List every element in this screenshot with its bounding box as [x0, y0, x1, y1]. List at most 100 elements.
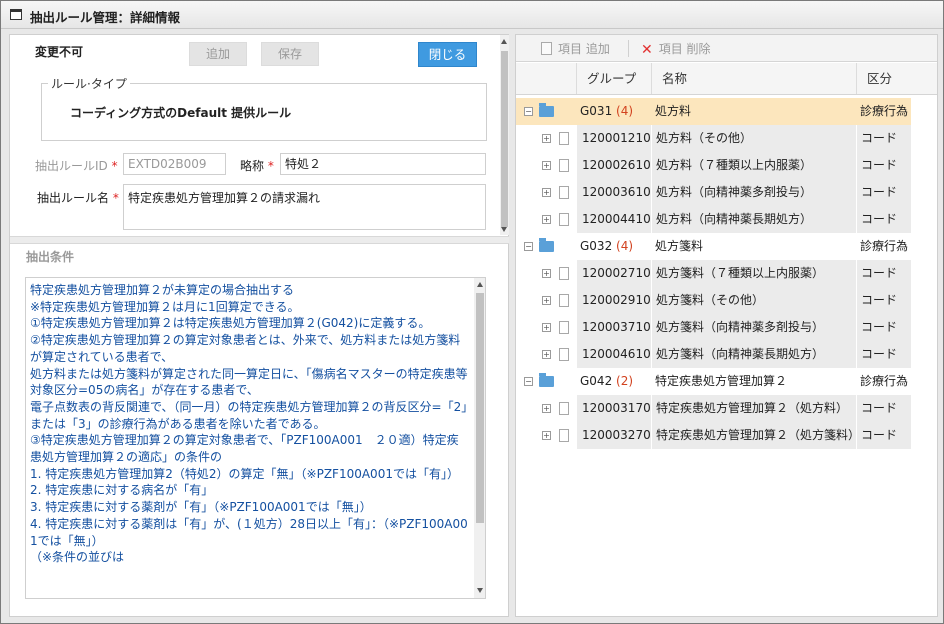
item-name: 特定疾患処方管理加算２ [655, 374, 788, 388]
group-code: G031 (4) [580, 104, 634, 118]
header-kind[interactable]: 区分 [856, 63, 916, 94]
scroll-up-arrow-icon[interactable] [477, 282, 483, 287]
expand-icon[interactable]: + [542, 134, 551, 143]
item-code: 120001210 [576, 125, 651, 152]
expand-icon[interactable]: + [542, 323, 551, 332]
item-name: 特定疾患処方管理加算２（処方料） [651, 395, 856, 422]
code-row[interactable]: +120001210 処方料（その他） コード [516, 125, 911, 152]
add-item-button[interactable]: 項目 追加 [541, 40, 610, 57]
header-name[interactable]: 名称 [651, 63, 856, 94]
item-name: 特定疾患処方管理加算２（処方箋料） [651, 422, 856, 449]
item-name: 処方料（７種類以上内服薬） [651, 152, 856, 179]
group-code: G032 (4) [580, 239, 634, 253]
code-row[interactable]: +120003710 処方箋料（向精神薬多剤投与） コード [516, 314, 911, 341]
document-icon [559, 321, 569, 334]
group-count: (4) [616, 239, 634, 253]
item-toolbar: 項目 追加 ✕ 項目 削除 [516, 35, 937, 62]
left-panel: 変更不可 追加 保存 閉じる ルール·タイプ コーディング方式のDefault … [9, 34, 509, 617]
item-code: 120003270 [576, 422, 651, 449]
conditions-text: 特定疾患処方管理加算２が未算定の場合抽出する ※特定疾患処方管理加算２は月に1回… [30, 283, 468, 565]
expand-icon[interactable]: + [542, 350, 551, 359]
expand-icon[interactable]: + [542, 188, 551, 197]
close-button[interactable]: 閉じる [418, 42, 477, 67]
item-code: 120004610 [576, 341, 651, 368]
collapse-icon[interactable]: − [524, 107, 533, 116]
scroll-up-arrow-icon[interactable] [501, 39, 507, 44]
group-row[interactable]: − G042 (2) 特定疾患処方管理加算２ 診療行為 [516, 368, 911, 395]
code-row[interactable]: +120003170 特定疾患処方管理加算２（処方料） コード [516, 395, 911, 422]
item-kind: コード [856, 206, 911, 233]
detail-window: 抽出ルール管理：詳細情報 変更不可 追加 保存 閉じる ルール·タイプ コーディ… [0, 0, 944, 624]
item-kind: コード [856, 341, 911, 368]
code-row[interactable]: +120002710 処方箋料（７種類以上内服薬） コード [516, 260, 911, 287]
toolbar-divider [628, 40, 629, 57]
document-icon [559, 429, 569, 442]
group-count: (2) [616, 374, 634, 388]
expand-icon[interactable]: + [542, 269, 551, 278]
scroll-down-arrow-icon[interactable] [501, 227, 507, 232]
item-kind: コード [856, 152, 911, 179]
folder-icon [539, 238, 554, 252]
delete-item-button[interactable]: ✕ 項目 削除 [641, 40, 711, 58]
window-icon [10, 9, 22, 20]
code-row[interactable]: +120004410 処方料（向精神薬長期処方） コード [516, 206, 911, 233]
short-name-field[interactable]: 特処２ [280, 153, 486, 175]
folder-icon [539, 103, 554, 117]
group-row[interactable]: − G032 (4) 処方箋料 診療行為 [516, 233, 911, 260]
expand-icon[interactable]: + [542, 296, 551, 305]
rule-id-label: 抽出ルールID * [35, 159, 118, 173]
conditions-scrollbar[interactable] [474, 278, 485, 598]
rule-name-label: 抽出ルール名 * [37, 191, 119, 205]
code-row[interactable]: +120002910 処方箋料（その他） コード [516, 287, 911, 314]
rule-id-field[interactable]: EXTD02B009 [123, 153, 226, 175]
item-kind: 診療行為 [860, 374, 909, 388]
expand-icon[interactable]: + [542, 404, 551, 413]
code-row[interactable]: +120003610 処方料（向精神薬多剤投与） コード [516, 179, 911, 206]
scroll-down-arrow-icon[interactable] [477, 588, 483, 593]
document-icon [559, 132, 569, 145]
document-icon [559, 186, 569, 199]
item-kind: 診療行為 [860, 104, 909, 118]
fixed-label: 変更不可 [35, 45, 84, 59]
code-row[interactable]: +120002610 処方料（７種類以上内服薬） コード [516, 152, 911, 179]
item-code: 120002610 [576, 152, 651, 179]
item-name: 処方料（向精神薬多剤投与） [651, 179, 856, 206]
document-icon [559, 348, 569, 361]
item-name: 処方箋料 [655, 239, 704, 253]
expand-icon[interactable]: + [542, 161, 551, 170]
item-name: 処方料 [655, 104, 692, 118]
item-kind: コード [856, 395, 911, 422]
rule-type-legend: ルール·タイプ [48, 75, 130, 92]
code-row[interactable]: +120004610 処方箋料（向精神薬長期処方） コード [516, 341, 911, 368]
add-button[interactable]: 追加 [189, 42, 247, 66]
item-code: 120003710 [576, 314, 651, 341]
form-scrollbar[interactable] [500, 35, 509, 235]
scroll-thumb[interactable] [476, 293, 484, 523]
save-button[interactable]: 保存 [261, 42, 319, 66]
group-row[interactable]: − G031 (4) 処方料 診療行為 [516, 98, 911, 125]
splitter[interactable] [10, 236, 509, 244]
document-icon [559, 402, 569, 415]
code-row[interactable]: +120003270 特定疾患処方管理加算２（処方箋料） コード [516, 422, 911, 449]
collapse-icon[interactable]: − [524, 377, 533, 386]
window-title: 抽出ルール管理：詳細情報 [30, 10, 181, 25]
item-name: 処方箋料（向精神薬長期処方） [651, 341, 856, 368]
rule-name-field[interactable]: 特定疾患処方管理加算２の請求漏れ [123, 184, 486, 230]
document-icon [559, 267, 569, 280]
rule-form: 変更不可 追加 保存 閉じる ルール·タイプ コーディング方式のDefault … [10, 35, 500, 235]
collapse-icon[interactable]: − [524, 242, 533, 251]
item-code: 120003170 [576, 395, 651, 422]
item-kind: コード [856, 125, 911, 152]
group-count: (4) [616, 104, 634, 118]
group-code: G042 (2) [580, 374, 634, 388]
header-group[interactable]: グループ [576, 63, 651, 94]
expand-icon[interactable]: + [542, 431, 551, 440]
document-icon [559, 159, 569, 172]
item-kind: コード [856, 422, 911, 449]
right-panel: 項目 追加 ✕ 項目 削除 グループ 名称 区分 − G031 (4) 処方料 診療行為… [515, 34, 938, 617]
scroll-thumb[interactable] [501, 51, 508, 227]
item-name: 処方箋料（向精神薬多剤投与） [651, 314, 856, 341]
expand-icon[interactable]: + [542, 215, 551, 224]
item-code: 120002910 [576, 287, 651, 314]
conditions-textarea[interactable]: 特定疾患処方管理加算２が未算定の場合抽出する ※特定疾患処方管理加算２は月に1回… [25, 277, 486, 599]
